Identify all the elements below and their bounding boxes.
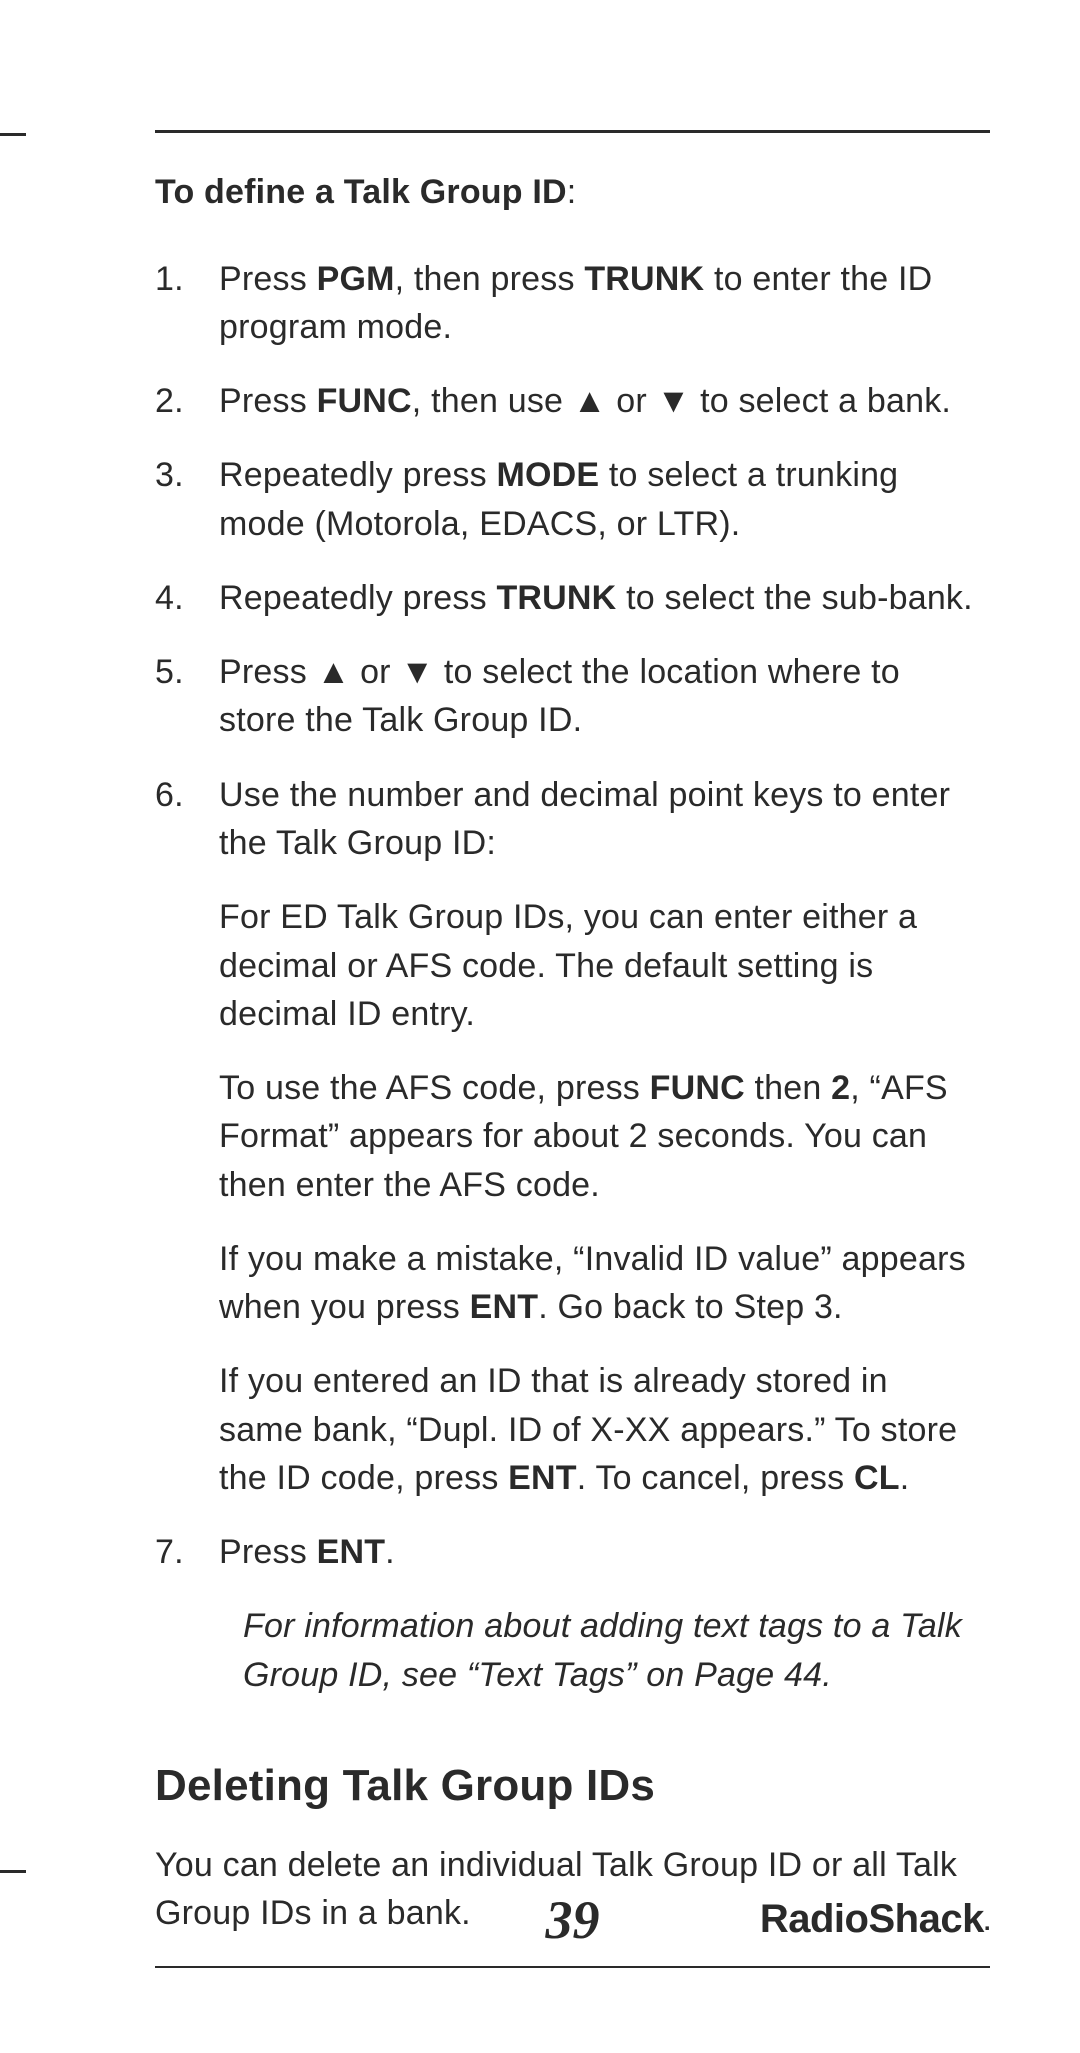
step-paragraph: Press ENT. (219, 1528, 974, 1576)
step-paragraph: If you make a mistake, “Invalid ID value… (219, 1235, 974, 1332)
text-run: . (900, 1459, 910, 1497)
step-body: Press ENT. For information about adding t… (219, 1528, 990, 1699)
step-body: Press FUNC, then use ▲ or ▼ to select a … (219, 377, 990, 425)
step-number: 4. (155, 574, 219, 622)
arrow-icon: ▼ (400, 648, 434, 696)
text-run: Press (219, 653, 317, 691)
page-number: 39 (546, 1889, 600, 1951)
arrow-icon: ▲ (317, 648, 351, 696)
step-paragraph: Repeatedly press TRUNK to select the sub… (219, 574, 974, 622)
step-note: For information about adding text tags t… (219, 1602, 974, 1699)
step-paragraph: Repeatedly press MODE to select a trunki… (219, 451, 974, 548)
bold-key: FUNC (317, 382, 412, 420)
steps-list: 1.Press PGM, then press TRUNK to enter t… (155, 255, 990, 1699)
section-heading: Deleting Talk Group IDs (155, 1761, 990, 1811)
text-run: Press (219, 260, 317, 298)
text-run: to select a bank. (690, 382, 951, 420)
brand-first: Radio (760, 1897, 869, 1941)
brand-dot: . (984, 1909, 990, 1936)
step-number: 6. (155, 771, 219, 819)
text-run: To use the AFS code, press (219, 1069, 650, 1107)
step-number: 7. (155, 1528, 219, 1576)
text-run: Press (219, 382, 317, 420)
text-run: . (385, 1533, 395, 1571)
step-paragraph: Use the number and decimal point keys to… (219, 771, 974, 868)
text-run: , then press (395, 260, 585, 298)
bold-key: FUNC (650, 1069, 745, 1107)
step-item: 3.Repeatedly press MODE to select a trun… (155, 451, 990, 548)
brand-second: Shack (868, 1897, 983, 1941)
text-run: or (607, 382, 657, 420)
rule-bottom (155, 1966, 990, 1968)
text-run: or (350, 653, 400, 691)
step-body: Press ▲ or ▼ to select the location wher… (219, 648, 990, 745)
text-run: Repeatedly press (219, 456, 496, 494)
manual-page: To define a Talk Group ID: 1.Press PGM, … (0, 0, 1080, 2053)
bold-key: 2 (831, 1069, 850, 1107)
step-item: 6.Use the number and decimal point keys … (155, 771, 990, 1502)
step-paragraph: To use the AFS code, press FUNC then 2, … (219, 1064, 974, 1209)
step-item: 1.Press PGM, then press TRUNK to enter t… (155, 255, 990, 352)
step-body: Repeatedly press MODE to select a trunki… (219, 451, 990, 548)
crop-mark-bottom (0, 1870, 26, 1873)
bold-key: ENT (317, 1533, 386, 1571)
intro-colon: : (567, 173, 577, 211)
crop-mark-top (0, 133, 26, 136)
text-run: then (745, 1069, 831, 1107)
bold-key: TRUNK (584, 260, 704, 298)
step-number: 2. (155, 377, 219, 425)
text-run: . To cancel, press (577, 1459, 854, 1497)
text-run: Use the number and decimal point keys to… (219, 776, 950, 862)
step-body: Repeatedly press TRUNK to select the sub… (219, 574, 990, 622)
step-paragraph: Press FUNC, then use ▲ or ▼ to select a … (219, 377, 974, 425)
step-number: 3. (155, 451, 219, 499)
bold-key: ENT (470, 1288, 539, 1326)
text-run: For ED Talk Group IDs, you can enter eit… (219, 898, 917, 1033)
bold-key: MODE (496, 456, 599, 494)
intro-bold: To define a Talk Group ID (155, 173, 567, 211)
bold-key: CL (854, 1459, 900, 1497)
step-body: Use the number and decimal point keys to… (219, 771, 990, 1502)
text-run: Press (219, 1533, 317, 1571)
step-body: Press PGM, then press TRUNK to enter the… (219, 255, 990, 352)
text-run: to select the sub-bank. (616, 579, 972, 617)
step-paragraph: Press ▲ or ▼ to select the location wher… (219, 648, 974, 745)
step-item: 4.Repeatedly press TRUNK to select the s… (155, 574, 990, 622)
brand-logo: RadioShack. (760, 1897, 990, 1942)
bold-key: ENT (508, 1459, 577, 1497)
arrow-icon: ▲ (573, 377, 607, 425)
bold-key: TRUNK (496, 579, 616, 617)
bold-key: PGM (317, 260, 395, 298)
step-number: 5. (155, 648, 219, 696)
arrow-icon: ▼ (657, 377, 691, 425)
step-paragraph: Press PGM, then press TRUNK to enter the… (219, 255, 974, 352)
intro-line: To define a Talk Group ID: (155, 169, 990, 217)
step-item: 5.Press ▲ or ▼ to select the location wh… (155, 648, 990, 745)
step-item: 2.Press FUNC, then use ▲ or ▼ to select … (155, 377, 990, 425)
text-run: . Go back to Step 3. (538, 1288, 843, 1326)
step-paragraph: For ED Talk Group IDs, you can enter eit… (219, 893, 974, 1038)
rule-top (155, 130, 990, 133)
page-footer: 39 RadioShack. (155, 1889, 990, 1957)
step-item: 7.Press ENT. For information about adding… (155, 1528, 990, 1699)
text-run: Repeatedly press (219, 579, 496, 617)
step-paragraph: If you entered an ID that is already sto… (219, 1357, 974, 1502)
text-run: , then use (412, 382, 573, 420)
step-number: 1. (155, 255, 219, 303)
